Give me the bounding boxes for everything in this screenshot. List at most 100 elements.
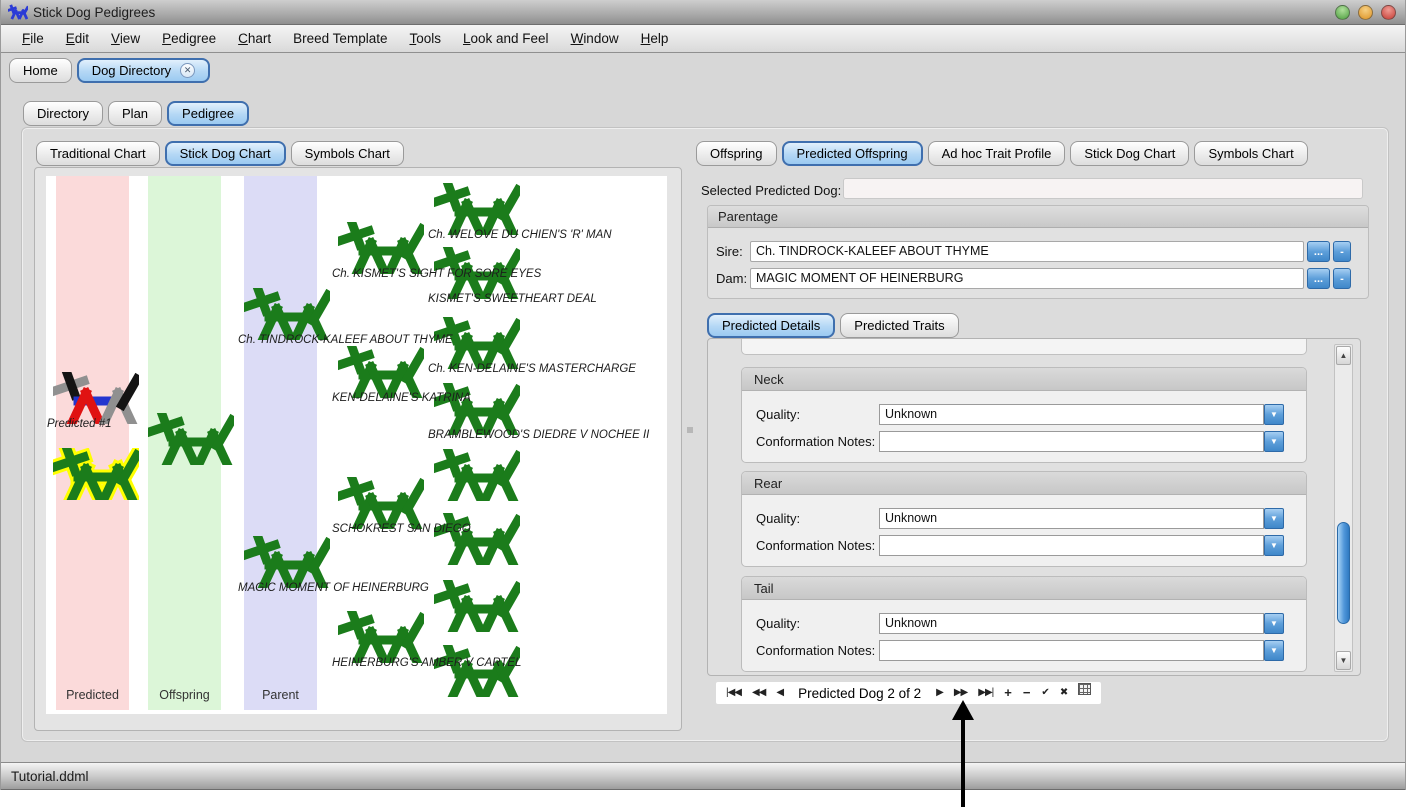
selected-predicted-dog-field[interactable] [843, 178, 1363, 199]
dam-browse-button[interactable]: ... [1307, 268, 1330, 289]
doc-tab-dog-directory-label: Dog Directory [92, 63, 171, 78]
details-tab-predicted-details[interactable]: Predicted Details [707, 313, 835, 338]
offspring-tab-symbols-chart[interactable]: Symbols Chart [1194, 141, 1307, 166]
offspring-tab-stick-dog-chart[interactable]: Stick Dog Chart [1070, 141, 1189, 166]
rear-quality-value[interactable]: Unknown [879, 508, 1264, 529]
dropdown-arrow-icon[interactable]: ▼ [1264, 535, 1284, 556]
document-tab-strip: Home Dog Directory ✕ [1, 54, 1405, 86]
offspring-tab-ad-hoc-trait-profile[interactable]: Ad hoc Trait Profile [928, 141, 1066, 166]
doc-tab-home[interactable]: Home [9, 58, 72, 83]
chart-tab-traditional-chart[interactable]: Traditional Chart [36, 141, 160, 166]
view-tab-plan[interactable]: Plan [108, 101, 162, 126]
rear-quality-combo[interactable]: Unknown▼ [879, 508, 1284, 529]
dog-dam-dam[interactable] [338, 611, 424, 663]
neck-notes-value[interactable] [879, 431, 1264, 452]
quality-label: Quality: [756, 613, 800, 634]
menu-look-and-feel[interactable]: Look and Feel [452, 31, 560, 46]
menu-bar: FileEditViewPedigreeChartBreed TemplateT… [1, 25, 1405, 53]
details-scrollbar[interactable]: ▲ ▼ [1334, 344, 1353, 672]
parentage-header: Parentage [708, 206, 1368, 228]
rear-notes-value[interactable] [879, 535, 1264, 556]
details-tab-predicted-traits[interactable]: Predicted Traits [840, 313, 958, 338]
dog-sire-sire[interactable] [338, 222, 424, 274]
first-record-button[interactable]: |◀◀ [726, 682, 741, 704]
menu-chart[interactable]: Chart [227, 31, 282, 46]
dog-ggp-4[interactable] [434, 383, 520, 435]
delete-record-button[interactable]: − [1023, 682, 1031, 704]
view-tab-directory[interactable]: Directory [23, 101, 103, 126]
view-tab-pedigree[interactable]: Pedigree [167, 101, 249, 126]
previous-record-button[interactable]: ◀ [776, 682, 783, 704]
neck-notes-combo[interactable]: ▼ [879, 431, 1284, 452]
dropdown-arrow-icon[interactable]: ▼ [1264, 404, 1284, 425]
stick-dog-chart[interactable]: PredictedOffspringParentPredicted #1Ch. … [46, 176, 667, 714]
offspring-tab-offspring[interactable]: Offspring [696, 141, 777, 166]
grid-view-button[interactable] [1078, 682, 1091, 704]
dog-dam[interactable] [244, 536, 330, 588]
menu-breed-template[interactable]: Breed Template [282, 31, 398, 46]
scrollbar-thumb[interactable] [1337, 522, 1350, 624]
scroll-down-button[interactable]: ▼ [1336, 651, 1351, 670]
offspring-tab-predicted-offspring[interactable]: Predicted Offspring [782, 141, 923, 166]
dog-ggp-7[interactable] [434, 580, 520, 632]
dam-field[interactable]: MAGIC MOMENT OF HEINERBURG [750, 268, 1304, 289]
chart-tab-symbols-chart[interactable]: Symbols Chart [291, 141, 404, 166]
minimize-button[interactable] [1335, 5, 1350, 20]
chart-tab-traditional-chart-label: Traditional Chart [50, 146, 146, 161]
maximize-button[interactable] [1358, 5, 1373, 20]
dog-predicted-2[interactable] [53, 448, 139, 500]
next-record-button[interactable]: ▶ [936, 682, 943, 704]
dog-offspring-1[interactable] [148, 413, 234, 465]
dropdown-arrow-icon[interactable]: ▼ [1264, 431, 1284, 452]
rewind-button[interactable]: ◀◀ [752, 682, 765, 704]
tail-quality-value[interactable]: Unknown [879, 613, 1264, 634]
conformation-notes-label: Conformation Notes: [756, 535, 875, 556]
dog-ggp-5[interactable] [434, 449, 520, 501]
menu-help[interactable]: Help [630, 31, 680, 46]
add-record-button[interactable]: + [1004, 682, 1012, 704]
menu-view[interactable]: View [100, 31, 151, 46]
doc-tab-dog-directory[interactable]: Dog Directory ✕ [77, 58, 210, 83]
offspring-tab-ad-hoc-trait-profile-label: Ad hoc Trait Profile [942, 146, 1052, 161]
chart-tab-stick-dog-chart[interactable]: Stick Dog Chart [165, 141, 286, 166]
close-tab-icon[interactable]: ✕ [180, 63, 195, 78]
dropdown-arrow-icon[interactable]: ▼ [1264, 508, 1284, 529]
menu-pedigree[interactable]: Pedigree [151, 31, 227, 46]
previous-section-partial [741, 338, 1307, 355]
rear-notes-combo[interactable]: ▼ [879, 535, 1284, 556]
title-bar[interactable]: Stick Dog Pedigrees [1, 0, 1405, 25]
tail-notes-value[interactable] [879, 640, 1264, 661]
predicted-details-panel: NeckQuality:Unknown▼Conformation Notes:▼… [707, 338, 1361, 676]
sire-browse-button[interactable]: ... [1307, 241, 1330, 262]
menu-tools[interactable]: Tools [398, 31, 452, 46]
record-navigator: |◀◀◀◀◀Predicted Dog 2 of 2▶▶▶▶▶|+−✔✖ [716, 682, 1101, 704]
dog-dam-sire[interactable] [338, 477, 424, 529]
menu-file[interactable]: File [11, 31, 55, 46]
dropdown-arrow-icon[interactable]: ▼ [1264, 640, 1284, 661]
dog-ggp-8[interactable] [434, 645, 520, 697]
scroll-up-button[interactable]: ▲ [1336, 346, 1351, 365]
panel-splitter[interactable] [684, 167, 695, 731]
dog-ggp-1[interactable] [434, 183, 520, 235]
parentage-row-dam: Dam:MAGIC MOMENT OF HEINERBURG...- [708, 268, 1368, 289]
last-record-button[interactable]: ▶▶| [978, 682, 993, 704]
tail-notes-combo[interactable]: ▼ [879, 640, 1284, 661]
sire-field[interactable]: Ch. TINDROCK-KALEEF ABOUT THYME [750, 241, 1304, 262]
menu-window[interactable]: Window [560, 31, 630, 46]
dog-sire[interactable] [244, 288, 330, 340]
dog-ggp-6[interactable] [434, 513, 520, 565]
close-button[interactable] [1381, 5, 1396, 20]
sire-remove-button[interactable]: - [1333, 241, 1351, 262]
section-neck: NeckQuality:Unknown▼Conformation Notes:▼ [741, 367, 1307, 463]
dog-sire-dam[interactable] [338, 346, 424, 398]
neck-quality-combo[interactable]: Unknown▼ [879, 404, 1284, 425]
tail-quality-combo[interactable]: Unknown▼ [879, 613, 1284, 634]
dog-label-dam: MAGIC MOMENT OF HEINERBURG [238, 582, 429, 594]
cancel-edit-button[interactable]: ✖ [1060, 682, 1067, 704]
dropdown-arrow-icon[interactable]: ▼ [1264, 613, 1284, 634]
neck-quality-value[interactable]: Unknown [879, 404, 1264, 425]
menu-edit[interactable]: Edit [55, 31, 100, 46]
dog-predicted-1[interactable] [53, 372, 139, 424]
commit-record-button[interactable]: ✔ [1041, 682, 1048, 704]
dam-remove-button[interactable]: - [1333, 268, 1351, 289]
